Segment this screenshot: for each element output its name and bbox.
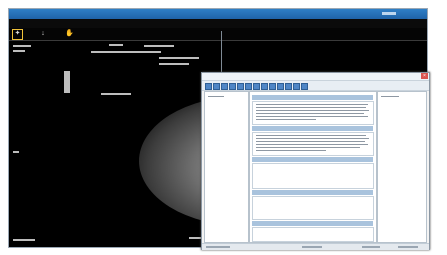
close-icon[interactable]: × [421,73,428,79]
section-header [252,221,373,226]
overlay-text [13,151,19,153]
orientation-marker [64,71,70,93]
bold-icon[interactable] [277,83,284,90]
report-editor[interactable] [249,91,377,243]
overlay-text [159,57,199,59]
list-item[interactable] [381,96,399,97]
properties-pane[interactable] [377,91,427,243]
section-header [252,126,373,131]
save-icon[interactable] [221,83,228,90]
window-level-icon[interactable]: ↓ [39,30,47,38]
dialog-status-bar [202,243,429,250]
select-tool-icon[interactable]: ✦ [12,29,23,40]
copy-icon[interactable] [245,83,252,90]
status-text [302,246,322,248]
undo-icon[interactable] [261,83,268,90]
status-text [206,246,230,248]
list-item[interactable] [208,96,224,97]
section-text-area[interactable] [252,101,374,125]
overlay-text [101,93,131,95]
overlay-text [159,63,189,65]
section-header [252,157,373,162]
report-dialog: × [201,72,430,250]
open-icon[interactable] [213,83,220,90]
overlay-text [13,50,25,52]
section-text-area[interactable] [252,227,374,242]
toolbar: ✦ ↓ ✋ [9,28,427,41]
new-icon[interactable] [205,83,212,90]
status-text [398,246,418,248]
dialog-toolbar [202,81,429,91]
section-text-area[interactable] [252,196,374,220]
italic-icon[interactable] [285,83,292,90]
window-controls[interactable] [382,12,396,15]
paste-icon[interactable] [253,83,260,90]
pan-tool-icon[interactable]: ✋ [65,30,74,38]
overlay-text [13,239,35,241]
redo-icon[interactable] [269,83,276,90]
print-icon[interactable] [229,83,236,90]
spellcheck-icon[interactable] [293,83,300,90]
section-text-area[interactable] [252,132,374,156]
help-icon[interactable] [301,83,308,90]
overlay-text [109,44,123,46]
overlay-text [13,45,31,47]
section-header [252,95,373,100]
overlay-text [91,51,161,53]
cut-icon[interactable] [237,83,244,90]
status-text [362,246,380,248]
title-bar [9,9,427,19]
section-text-area[interactable] [252,163,374,189]
section-header [252,190,373,195]
dialog-title-bar: × [202,73,429,81]
overlay-text [144,45,174,47]
template-list-pane[interactable] [204,91,249,243]
